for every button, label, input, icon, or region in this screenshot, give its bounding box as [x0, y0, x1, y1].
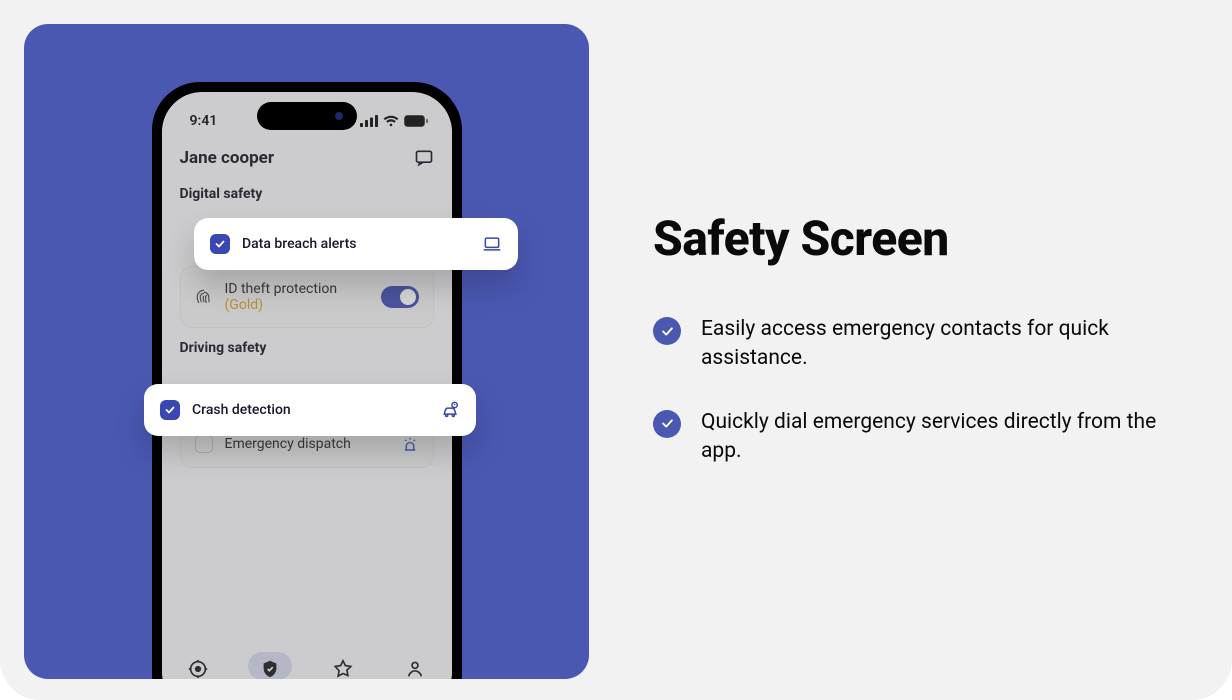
data-breach-label: Data breach alerts	[242, 236, 470, 252]
phone-notch	[257, 102, 357, 130]
data-breach-checkbox[interactable]	[210, 234, 230, 254]
showcase-panel: 9:41 Jane cooper Digital safety	[24, 24, 589, 679]
siren-icon	[401, 435, 419, 453]
cellular-icon	[360, 115, 378, 127]
check-badge-icon	[653, 317, 681, 345]
section-driving-safety: Driving safety	[180, 340, 434, 356]
status-indicators	[360, 115, 428, 127]
bullet-item: Easily access emergency contacts for qui…	[653, 315, 1172, 374]
feature-emergency-label: Emergency dispatch	[225, 436, 389, 452]
section-digital-safety: Digital safety	[180, 186, 434, 202]
tab-location-icon[interactable]	[187, 658, 209, 679]
page-container: 9:41 Jane cooper Digital safety	[0, 0, 1232, 700]
feature-crash-detection-card[interactable]: Crash detection	[144, 384, 476, 436]
feature-id-theft-label: ID theft protection (Gold)	[225, 281, 369, 313]
screen-header: Jane cooper	[180, 148, 434, 168]
crash-checkbox[interactable]	[160, 400, 180, 420]
tier-badge: (Gold)	[225, 297, 264, 313]
car-alert-icon	[440, 400, 460, 420]
battery-icon	[404, 115, 428, 127]
crash-label: Crash detection	[192, 402, 428, 418]
tab-star-icon[interactable]	[332, 658, 354, 679]
emergency-checkbox[interactable]	[195, 435, 213, 453]
feature-id-theft[interactable]: ID theft protection (Gold)	[180, 266, 434, 328]
feature-data-breach-card[interactable]: Data breach alerts	[194, 218, 518, 270]
chat-icon[interactable]	[414, 148, 434, 168]
user-name: Jane cooper	[180, 148, 275, 168]
tab-safety-icon[interactable]	[259, 658, 281, 679]
bullet-text: Quickly dial emergency services directly…	[701, 408, 1161, 467]
description-panel: Safety Screen Easily access emergency co…	[589, 0, 1232, 700]
laptop-icon	[482, 234, 502, 254]
check-badge-icon	[653, 410, 681, 438]
bullet-item: Quickly dial emergency services directly…	[653, 408, 1172, 467]
phone-frame: 9:41 Jane cooper Digital safety	[152, 82, 462, 679]
status-time: 9:41	[190, 113, 218, 129]
fingerprint-icon	[195, 288, 213, 306]
page-title: Safety Screen	[653, 210, 1172, 267]
wifi-icon	[383, 115, 399, 127]
id-theft-toggle[interactable]	[381, 286, 419, 308]
bullet-text: Easily access emergency contacts for qui…	[701, 315, 1161, 374]
tab-bar	[162, 652, 452, 679]
tab-profile-icon[interactable]	[404, 658, 426, 679]
